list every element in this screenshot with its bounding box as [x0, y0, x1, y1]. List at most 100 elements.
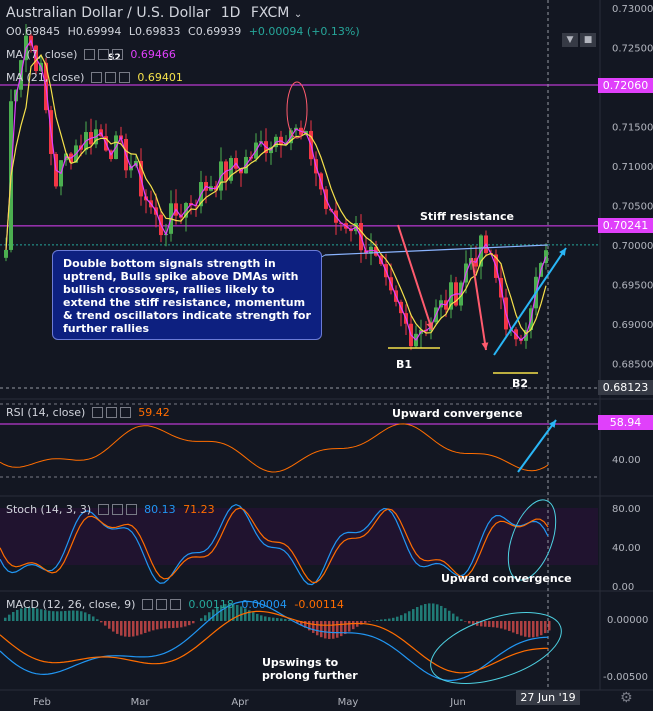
macd-histogram-bar	[420, 605, 423, 621]
macd-histogram-bar	[192, 621, 195, 624]
stoch-tick-label: 40.00	[612, 543, 641, 554]
settings-icon[interactable]	[155, 599, 167, 610]
eye-icon[interactable]	[91, 407, 103, 418]
price-tick-label: 0.68500	[612, 359, 653, 370]
stoch-tick-label: 0.00	[612, 582, 634, 593]
macd-tick-label: -0.00500	[603, 672, 648, 683]
macd-legend[interactable]: MACD (12, 26, close, 9) 0.00118 0.00004 …	[6, 598, 344, 611]
close-icon[interactable]	[125, 504, 137, 515]
macd-histogram-bar	[536, 621, 539, 637]
time-tick-label: Mar	[131, 697, 151, 708]
time-tick-label: Feb	[33, 697, 51, 708]
macd-histogram-bar	[52, 611, 55, 621]
change-value: +0.00094 (+0.13%)	[248, 25, 360, 38]
macd-label: MACD (12, 26, close, 9)	[6, 598, 136, 611]
macd-histogram-bar	[520, 621, 523, 636]
settings-icon[interactable]	[111, 504, 123, 515]
ma21-legend[interactable]: MA (21, close) 0.69401	[6, 71, 183, 84]
price-tick-label: 0.73000	[612, 4, 653, 15]
macd-histogram-bar	[140, 621, 143, 635]
close-value: C0.69939	[188, 25, 242, 38]
symbol-title[interactable]: Australian Dollar / U.S. Dollar 1D FXCM …	[6, 5, 302, 21]
ma7-legend[interactable]: MA (7, close) 0.69466	[6, 48, 176, 61]
symbol-interval: 1D	[220, 5, 241, 21]
time-tick-label: Apr	[231, 697, 249, 708]
macd-histogram-bar	[544, 621, 547, 634]
eye-icon[interactable]	[83, 49, 95, 60]
eye-icon[interactable]	[90, 72, 102, 83]
macd-histogram-bar	[48, 610, 51, 621]
rsi-legend[interactable]: RSI (14, close) 59.42	[6, 406, 170, 419]
macd-histogram-bar	[200, 618, 203, 621]
macd-histogram-bar	[176, 621, 179, 628]
price-tick-label: 0.69000	[612, 320, 653, 331]
price-tag-crosshair: 0.68123	[598, 380, 653, 395]
low-value: L0.69833	[128, 25, 181, 38]
macd-histogram-bar	[60, 611, 63, 621]
macd-histogram-bar	[264, 616, 267, 621]
macd-histogram-bar	[440, 605, 443, 621]
stoch-d-value: 71.23	[183, 503, 215, 516]
settings-icon[interactable]	[105, 407, 117, 418]
macd-histogram-bar	[100, 621, 103, 623]
ma7-value: 0.69466	[130, 48, 176, 61]
macd-histogram-bar	[184, 621, 187, 627]
macd-histogram-bar	[88, 614, 91, 621]
macd-histogram-bar	[116, 621, 119, 634]
settings-gear-icon[interactable]: ⚙	[620, 690, 633, 706]
settings-icon[interactable]	[104, 72, 116, 83]
macd-histogram-bar	[44, 610, 47, 621]
macd-histogram-bar	[352, 621, 355, 630]
close-icon[interactable]	[169, 599, 181, 610]
eye-icon[interactable]	[141, 599, 153, 610]
macd-histogram-bar	[156, 621, 159, 630]
macd-histogram-bar	[524, 621, 527, 637]
macd-histogram-bar	[112, 621, 115, 632]
macd-histogram-bar	[252, 612, 255, 621]
cursor-date-tag: 27 Jun '19	[516, 690, 580, 705]
macd-histogram-bar	[136, 621, 139, 636]
close-icon[interactable]	[118, 72, 130, 83]
price-tick-label: 0.71500	[612, 122, 653, 133]
macd-histogram-bar	[540, 621, 543, 636]
macd-histogram-bar	[456, 616, 459, 621]
macd-histogram-bar	[76, 610, 79, 621]
time-tick-label: May	[338, 697, 359, 708]
macd-histogram-bar	[272, 617, 275, 621]
macd-histogram-bar	[288, 619, 291, 621]
open-value: O0.69845	[6, 25, 61, 38]
macd-histogram-bar	[56, 611, 59, 621]
ohlc-readout: O0.69845 H0.69994 L0.69833 C0.69939 +0.0…	[6, 25, 360, 38]
macd-histogram-bar	[448, 610, 451, 621]
ma7-label: MA (7, close)	[6, 48, 78, 61]
macd-histogram-bar	[532, 621, 535, 638]
macd-histogram-bar	[348, 621, 351, 632]
chevron-down-icon[interactable]: ⌄	[294, 9, 302, 20]
chart-grid	[0, 0, 653, 691]
close-icon[interactable]	[111, 49, 123, 60]
macd-histogram-bar	[336, 621, 339, 638]
b2-label: B2	[512, 377, 528, 390]
candle-body	[4, 249, 8, 258]
macd-histogram-bar	[164, 621, 167, 629]
collapse-icon[interactable]: ▼	[562, 33, 578, 47]
price-tick-label: 0.72500	[612, 43, 653, 54]
macd-histogram-bar	[404, 613, 407, 621]
macd-histogram-bar	[124, 621, 127, 637]
close-icon[interactable]	[119, 407, 131, 418]
maximize-icon[interactable]: ■	[580, 33, 596, 47]
eye-icon[interactable]	[97, 504, 109, 515]
macd-histogram-bar	[512, 621, 515, 633]
macd-histogram-bar	[464, 621, 467, 622]
time-tick-label: Jun	[449, 697, 466, 708]
settings-icon[interactable]	[97, 49, 109, 60]
macd-histogram-bar	[492, 621, 495, 628]
macd-histogram-bar	[16, 609, 19, 621]
macd-histogram-bar	[460, 619, 463, 621]
macd-histogram-bar	[384, 619, 387, 621]
ma21-value: 0.69401	[137, 71, 183, 84]
stoch-legend[interactable]: Stoch (14, 3, 3) 80.13 71.23	[6, 503, 215, 516]
macd-histogram-bar	[256, 613, 259, 621]
stoch-label: Stoch (14, 3, 3)	[6, 503, 92, 516]
macd-histogram-bar	[180, 621, 183, 628]
